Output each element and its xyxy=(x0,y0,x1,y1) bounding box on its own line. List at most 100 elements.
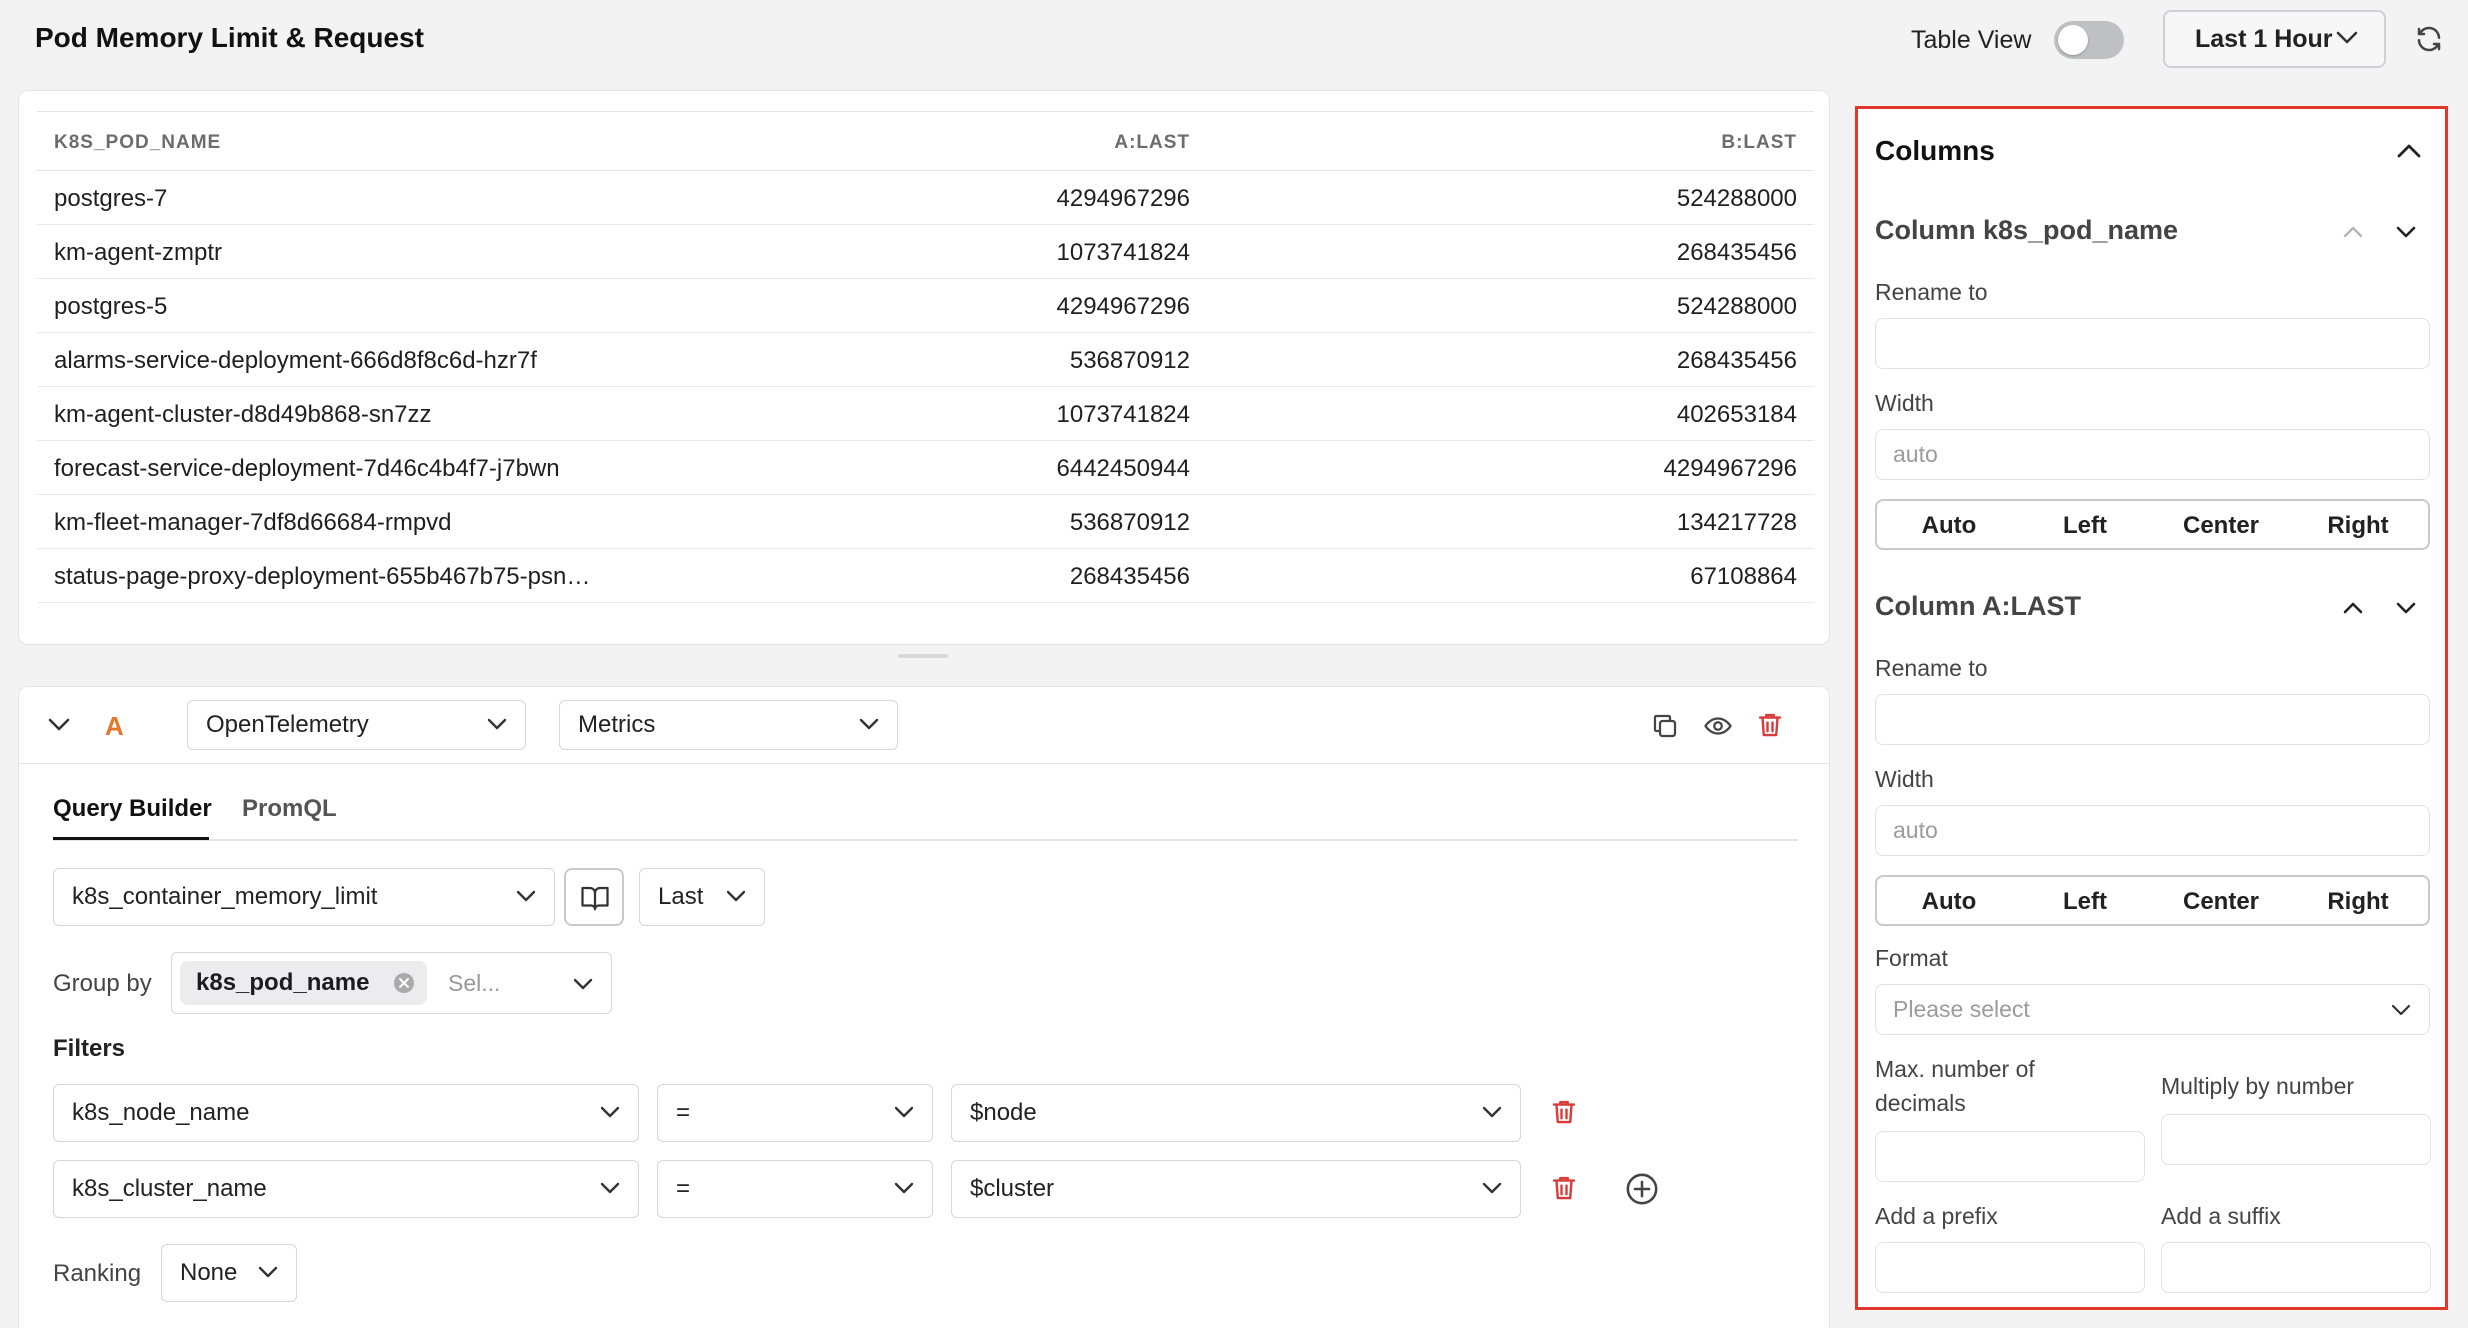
chevron-down-icon xyxy=(859,718,879,731)
chevron-down-icon xyxy=(600,1106,620,1119)
page-title: Pod Memory Limit & Request xyxy=(35,22,424,53)
chevron-down-icon xyxy=(258,1266,278,1279)
move-down-icon[interactable] xyxy=(2395,225,2417,239)
cell-b-last: 268435456 xyxy=(1676,239,1797,266)
align-right-button[interactable]: Right xyxy=(2327,512,2388,540)
prefix-label: Add a prefix xyxy=(1875,1203,1998,1229)
align-center-button[interactable]: Center xyxy=(2183,888,2259,916)
filter-value: $cluster xyxy=(970,1175,1055,1202)
tab-promql[interactable]: PromQL xyxy=(242,795,337,823)
cell-pod-name: postgres-5 xyxy=(54,293,168,320)
table-row: km-agent-cluster-d8d49b868-sn7zz 10737418… xyxy=(37,387,1814,441)
align-auto-button[interactable]: Auto xyxy=(1922,888,1977,916)
align-left-button[interactable]: Left xyxy=(2063,512,2107,540)
filter-key-select[interactable]: k8s_cluster_name xyxy=(53,1160,639,1218)
filter-operator-select[interactable]: = xyxy=(657,1084,933,1142)
multiply-input[interactable] xyxy=(2161,1114,2431,1165)
rename-label: Rename to xyxy=(1875,655,1988,681)
query-type-value: Metrics xyxy=(578,711,656,738)
move-down-icon[interactable] xyxy=(2395,601,2417,615)
width-label: Width xyxy=(1875,766,1934,792)
align-auto-button[interactable]: Auto xyxy=(1922,512,1977,540)
width-input[interactable]: auto xyxy=(1875,429,2430,480)
trash-icon[interactable] xyxy=(1755,709,1785,741)
filter-key-select[interactable]: k8s_node_name xyxy=(53,1084,639,1142)
table-row: km-agent-zmptr 1073741824 268435456 xyxy=(37,225,1814,279)
aggregation-value: Last xyxy=(658,883,704,910)
column-header-a-last[interactable]: A:LAST xyxy=(1114,132,1190,154)
query-topbar: A OpenTelemetry Metrics xyxy=(19,687,1829,764)
format-select[interactable]: Please select xyxy=(1875,984,2430,1035)
column-section-title[interactable]: Column A:LAST xyxy=(1875,591,2081,622)
book-icon xyxy=(580,884,610,912)
cell-a-last: 536870912 xyxy=(1069,347,1190,374)
cell-a-last: 6442450944 xyxy=(1056,455,1190,482)
toggle-knob xyxy=(2058,25,2088,55)
cell-a-last: 536870912 xyxy=(1069,509,1190,536)
chevron-up-icon[interactable] xyxy=(2396,143,2422,159)
resize-handle[interactable] xyxy=(898,654,948,658)
cell-b-last: 524288000 xyxy=(1676,185,1797,212)
move-up-icon xyxy=(2342,225,2364,239)
filter-operator-value: = xyxy=(676,1099,691,1126)
cell-pod-name: km-agent-zmptr xyxy=(54,239,223,266)
filter-operator-value: = xyxy=(676,1175,691,1202)
add-filter-icon[interactable] xyxy=(1625,1172,1659,1206)
prefix-input[interactable] xyxy=(1875,1242,2145,1293)
decimals-input[interactable] xyxy=(1875,1131,2145,1182)
trash-icon[interactable] xyxy=(1549,1096,1579,1128)
aggregation-select[interactable]: Last xyxy=(639,868,765,926)
group-by-chip-label: k8s_pod_name xyxy=(196,969,370,996)
rename-input[interactable] xyxy=(1875,318,2430,369)
cell-a-last: 268435456 xyxy=(1069,563,1190,590)
time-range-button[interactable]: Last 1 Hour xyxy=(2163,10,2386,68)
chevron-down-icon xyxy=(894,1182,914,1195)
width-input[interactable]: auto xyxy=(1875,805,2430,856)
rename-input[interactable] xyxy=(1875,694,2430,745)
cell-pod-name: status-page-proxy-deployment-655b467b75-… xyxy=(54,563,591,590)
group-by-select[interactable]: k8s_pod_name Sel... xyxy=(171,952,612,1014)
decimals-label-line2: decimals xyxy=(1875,1090,1966,1116)
decimals-label-line1: Max. number of xyxy=(1875,1056,2035,1082)
align-left-button[interactable]: Left xyxy=(2063,888,2107,916)
filter-value-select[interactable]: $cluster xyxy=(951,1160,1521,1218)
metric-select[interactable]: k8s_container_memory_limit xyxy=(53,868,555,926)
copy-icon[interactable] xyxy=(1650,711,1680,741)
align-center-button[interactable]: Center xyxy=(2183,512,2259,540)
filter-key-value: k8s_cluster_name xyxy=(72,1175,267,1202)
suffix-input[interactable] xyxy=(2161,1242,2431,1293)
remove-chip-icon[interactable] xyxy=(393,972,415,994)
column-section-title[interactable]: Column k8s_pod_name xyxy=(1875,215,2178,246)
query-editor-card: A OpenTelemetry Metrics Query Builder Pr… xyxy=(18,686,1830,1328)
column-header-pod-name[interactable]: K8S_POD_NAME xyxy=(54,132,221,154)
metric-docs-button[interactable] xyxy=(564,868,624,926)
table-view-toggle[interactable] xyxy=(2054,21,2124,59)
results-table-card: K8S_POD_NAME A:LAST B:LAST postgres-7 429… xyxy=(18,90,1830,645)
width-label: Width xyxy=(1875,390,1934,416)
collapse-chevron-icon[interactable] xyxy=(47,717,71,733)
chevron-down-icon xyxy=(726,890,746,903)
filter-value-select[interactable]: $node xyxy=(951,1084,1521,1142)
cell-a-last: 4294967296 xyxy=(1056,293,1190,320)
suffix-label: Add a suffix xyxy=(2161,1203,2281,1229)
eye-icon[interactable] xyxy=(1702,711,1734,741)
table-row: postgres-7 4294967296 524288000 xyxy=(37,171,1814,225)
tab-query-builder[interactable]: Query Builder xyxy=(53,795,212,823)
ranking-value: None xyxy=(180,1259,238,1286)
cell-b-last: 524288000 xyxy=(1676,293,1797,320)
alignment-segmented-control: Auto Left Center Right xyxy=(1875,875,2430,926)
table-row: forecast-service-deployment-7d46c4b4f7-j… xyxy=(37,441,1814,495)
move-up-icon[interactable] xyxy=(2342,601,2364,615)
cell-b-last: 268435456 xyxy=(1676,347,1797,374)
ranking-select[interactable]: None xyxy=(161,1244,297,1302)
filter-operator-select[interactable]: = xyxy=(657,1160,933,1218)
refresh-icon[interactable] xyxy=(2414,24,2444,54)
data-source-select[interactable]: OpenTelemetry xyxy=(187,700,526,750)
column-header-b-last[interactable]: B:LAST xyxy=(1721,132,1797,154)
query-type-select[interactable]: Metrics xyxy=(559,700,898,750)
align-right-button[interactable]: Right xyxy=(2327,888,2388,916)
trash-icon[interactable] xyxy=(1549,1172,1579,1204)
chevron-down-icon xyxy=(1482,1182,1502,1195)
rename-label: Rename to xyxy=(1875,279,1988,305)
cell-a-last: 4294967296 xyxy=(1056,185,1190,212)
